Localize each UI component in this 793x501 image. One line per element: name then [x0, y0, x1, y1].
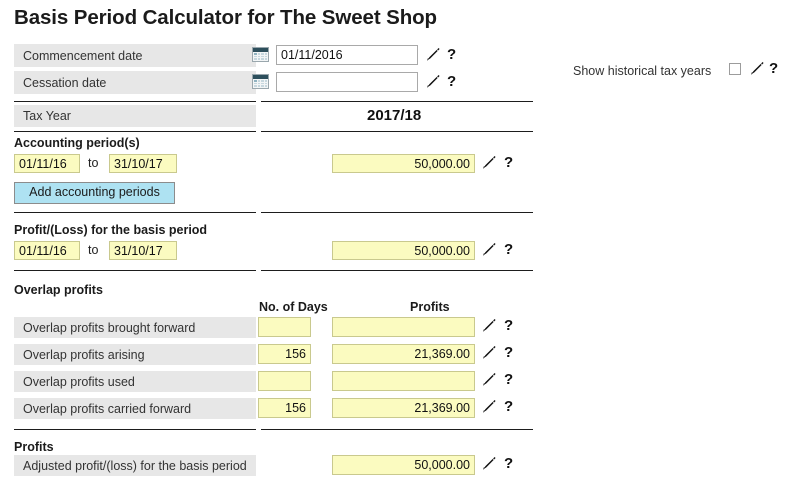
question-mark-icon[interactable]: ?: [504, 456, 513, 471]
question-mark-icon[interactable]: ?: [504, 345, 513, 360]
tax-year-label: Tax Year: [14, 105, 256, 127]
show-historical-tax-years-label: Show historical tax years: [573, 64, 712, 78]
overlap-column-header-days: No. of Days: [259, 300, 328, 314]
pencil-icon[interactable]: [424, 74, 440, 89]
overlap-row-label: Overlap profits brought forward: [14, 317, 256, 338]
overlap-days-input[interactable]: [258, 398, 311, 418]
overlap-row-label: Overlap profits arising: [14, 344, 256, 365]
overlap-days-input[interactable]: [258, 317, 311, 337]
overlap-profits-input[interactable]: [332, 317, 475, 337]
pencil-icon[interactable]: [480, 456, 496, 471]
profits-heading: Profits: [14, 440, 54, 454]
page-title: Basis Period Calculator for The Sweet Sh…: [14, 6, 437, 29]
basis-period-heading: Profit/(Loss) for the basis period: [14, 223, 208, 237]
divider: [14, 212, 256, 213]
basis-period-amount-input[interactable]: [332, 241, 475, 260]
question-mark-icon[interactable]: ?: [447, 47, 456, 62]
pencil-icon[interactable]: [424, 47, 440, 62]
question-mark-icon[interactable]: ?: [447, 74, 456, 89]
cessation-date-label: Cessation date: [14, 71, 256, 94]
commencement-date-input[interactable]: [276, 45, 418, 65]
show-historical-tax-years-checkbox[interactable]: [729, 63, 741, 75]
divider: [14, 101, 256, 102]
overlap-column-header-profits: Profits: [410, 300, 450, 314]
overlap-row-label: Overlap profits used: [14, 371, 256, 392]
commencement-date-label: Commencement date: [14, 44, 256, 67]
overlap-profits-input[interactable]: [332, 344, 475, 364]
adjusted-profit-input[interactable]: [332, 455, 475, 475]
overlap-profits-heading: Overlap profits: [14, 283, 103, 297]
pencil-icon[interactable]: [480, 155, 496, 170]
divider: [261, 212, 533, 213]
divider: [261, 429, 533, 430]
calendar-icon[interactable]: [252, 74, 269, 89]
cessation-date-input[interactable]: [276, 72, 418, 92]
accounting-period-from-input[interactable]: [14, 154, 80, 173]
question-mark-icon[interactable]: ?: [504, 155, 513, 170]
calendar-icon[interactable]: [252, 47, 269, 62]
pencil-icon[interactable]: [748, 61, 764, 76]
overlap-profits-input[interactable]: [332, 371, 475, 391]
add-accounting-periods-button[interactable]: Add accounting periods: [14, 182, 175, 204]
question-mark-icon[interactable]: ?: [769, 61, 778, 76]
adjusted-profit-label: Adjusted profit/(loss) for the basis per…: [14, 455, 256, 476]
question-mark-icon[interactable]: ?: [504, 242, 513, 257]
divider: [14, 270, 256, 271]
pencil-icon[interactable]: [480, 345, 496, 360]
overlap-days-input[interactable]: [258, 344, 311, 364]
accounting-periods-heading: Accounting period(s): [14, 136, 140, 150]
overlap-profits-input[interactable]: [332, 398, 475, 418]
question-mark-icon[interactable]: ?: [504, 372, 513, 387]
divider: [261, 101, 533, 102]
overlap-row-label: Overlap profits carried forward: [14, 398, 256, 419]
pencil-icon[interactable]: [480, 399, 496, 414]
divider: [14, 131, 256, 132]
pencil-icon[interactable]: [480, 318, 496, 333]
basis-period-to-input[interactable]: [109, 241, 177, 260]
divider: [261, 131, 533, 132]
divider: [261, 270, 533, 271]
pencil-icon[interactable]: [480, 242, 496, 257]
divider: [14, 429, 256, 430]
accounting-period-to-word: to: [88, 156, 99, 170]
tax-year-value: 2017/18: [367, 107, 422, 124]
basis-period-to-word: to: [88, 243, 99, 257]
accounting-period-amount-input[interactable]: [332, 154, 475, 173]
question-mark-icon[interactable]: ?: [504, 399, 513, 414]
question-mark-icon[interactable]: ?: [504, 318, 513, 333]
overlap-days-input[interactable]: [258, 371, 311, 391]
pencil-icon[interactable]: [480, 372, 496, 387]
basis-period-from-input[interactable]: [14, 241, 80, 260]
accounting-period-to-input[interactable]: [109, 154, 177, 173]
